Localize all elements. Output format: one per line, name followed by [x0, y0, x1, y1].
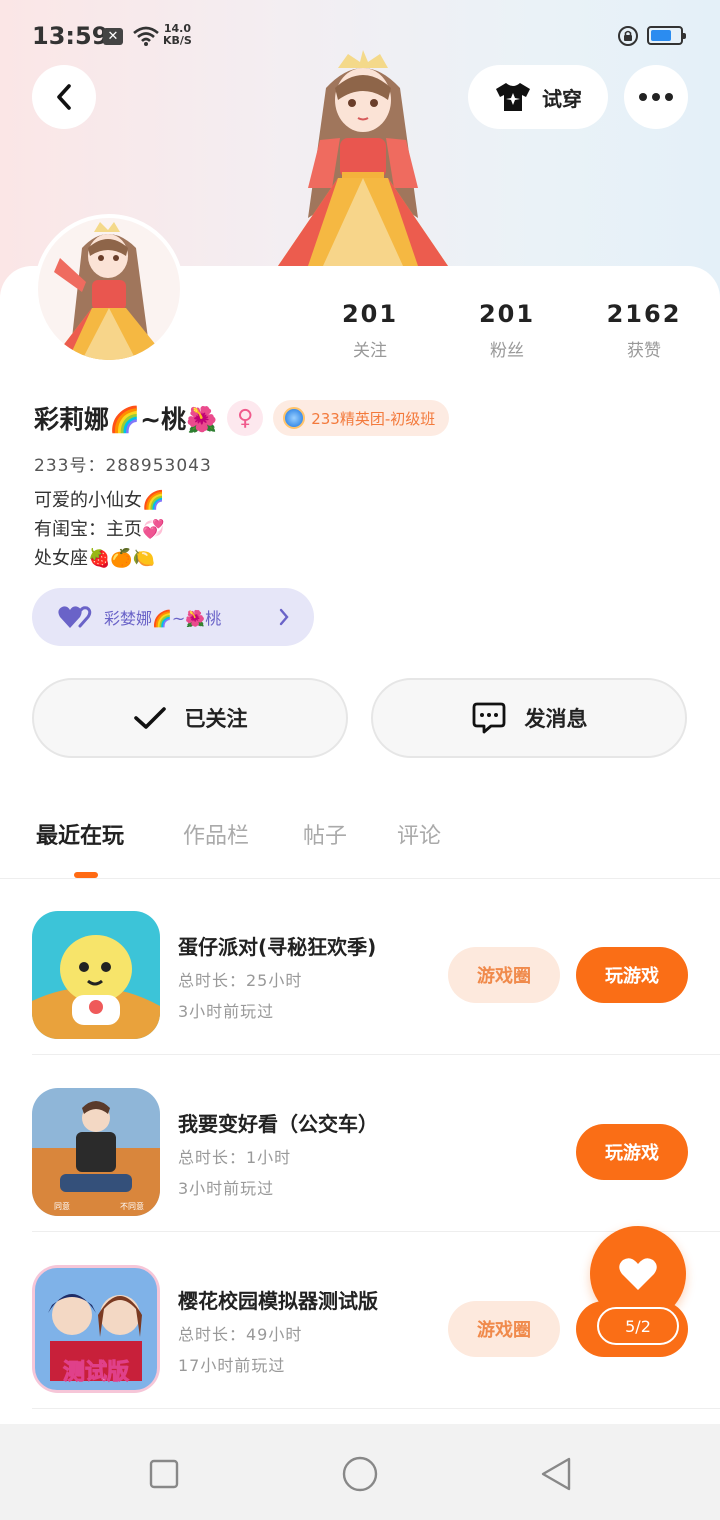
game-icon-sakura-school: 测试版: [32, 1265, 160, 1393]
gender-female-icon: ♀: [227, 400, 264, 436]
team-gem-icon: [283, 407, 306, 429]
game-circle-button[interactable]: 游戏圈: [448, 1301, 560, 1357]
stat-label: 获赞: [627, 341, 661, 361]
game-total-time: 总时长：1小时: [178, 1148, 292, 1167]
stat-value: 201: [341, 300, 399, 328]
bio-line: 处女座🍓🍊🍋: [34, 548, 156, 569]
send-message-button[interactable]: 发消息: [371, 678, 687, 758]
system-nav-bar: [0, 1424, 720, 1520]
game-last-played: 3小时前玩过: [178, 1002, 275, 1021]
back-button[interactable]: [32, 65, 96, 129]
more-dots-icon: [639, 93, 673, 101]
game-last-played: 17小时前玩过: [178, 1356, 286, 1375]
chat-bubble-icon: [472, 702, 505, 734]
double-heart-icon: [58, 606, 92, 628]
send-message-label: 发消息: [524, 707, 588, 731]
play-game-button[interactable]: 玩游戏: [576, 1124, 688, 1180]
chevron-right-icon: [279, 608, 289, 626]
game-title: 樱花校园模拟器测试版: [178, 1289, 378, 1313]
circle-icon: [342, 1456, 378, 1492]
stat-followers[interactable]: 201 粉丝: [447, 300, 567, 361]
choice-tag-disagree: 不同意: [120, 1201, 144, 1211]
recent-apps-button[interactable]: [144, 1454, 184, 1494]
game-icon-bus: 同意 不同意: [32, 1088, 160, 1216]
bio-line: 可爱的小仙女🌈: [34, 490, 165, 511]
wifi-icon: [133, 26, 159, 46]
list-item[interactable]: 蛋仔派对(寻秘狂欢季) 总时长：25小时 3小时前玩过 游戏圈 玩游戏: [0, 879, 720, 1055]
game-icon-eggy-party: [32, 911, 160, 1039]
team-badge-label: 233精英团-初级班: [311, 409, 436, 428]
beta-tag: 测试版: [63, 1360, 129, 1385]
game-circle-button[interactable]: 游戏圈: [448, 947, 560, 1003]
cp-name: 彩婪娜🌈~🌺桃: [104, 609, 222, 628]
play-game-button[interactable]: 玩游戏: [576, 947, 688, 1003]
try-on-button[interactable]: 试穿: [468, 65, 608, 129]
more-button[interactable]: [624, 65, 688, 129]
choice-tag-agree: 同意: [54, 1201, 70, 1211]
rotation-lock-icon: [618, 26, 638, 46]
status-time: 13:59: [32, 22, 109, 50]
square-icon: [149, 1459, 179, 1489]
team-badge[interactable]: 233精英团-初级班: [273, 400, 450, 436]
cp-relation-chip[interactable]: 彩婪娜🌈~🌺桃: [32, 588, 314, 646]
battery-icon: [647, 26, 686, 45]
bio: 可爱的小仙女🌈 有闺宝：主页💞 处女座🍓🍊🍋: [34, 486, 164, 573]
avatar-character-image: [52, 222, 168, 360]
game-last-played: 3小时前玩过: [178, 1179, 275, 1198]
user-id: 233号：288953043: [34, 456, 212, 476]
bio-line: 有闺宝：主页💞: [34, 519, 165, 540]
stat-following[interactable]: 201 关注: [310, 300, 430, 361]
stat-likes[interactable]: 2162 获赞: [584, 300, 704, 361]
game-title: 我要变好看（公交车）: [178, 1112, 378, 1136]
tab-comments[interactable]: 评论: [397, 818, 441, 850]
triangle-back-icon: [541, 1457, 571, 1491]
stat-value: 2162: [606, 300, 682, 328]
stat-label: 粉丝: [490, 341, 524, 361]
tab-posts[interactable]: 帖子: [303, 818, 347, 850]
stat-label: 关注: [353, 341, 387, 361]
tab-recently-played[interactable]: 最近在玩: [36, 818, 124, 850]
tshirt-icon: [496, 83, 530, 111]
row-divider: [32, 1054, 720, 1055]
name-row: 彩莉娜🌈~桃🌺 ♀ 233精英团-初级班: [34, 400, 450, 436]
heart-icon: [619, 1258, 657, 1290]
game-title: 蛋仔派对(寻秘狂欢季): [178, 935, 377, 959]
try-on-label: 试穿: [542, 86, 582, 111]
game-total-time: 总时长：49小时: [178, 1325, 303, 1344]
game-total-time: 总时长：25小时: [178, 971, 303, 990]
avatar-3d-character: [278, 50, 448, 266]
following-label: 已关注: [184, 707, 248, 731]
stat-value: 201: [478, 300, 536, 328]
tab-works[interactable]: 作品栏: [183, 818, 249, 850]
page-indicator: 5/2: [597, 1307, 679, 1345]
profile-name: 彩莉娜🌈~桃🌺: [34, 405, 218, 434]
list-item[interactable]: 同意 不同意 我要变好看（公交车） 总时长：1小时 3小时前玩过 玩游戏: [0, 1056, 720, 1232]
system-back-button[interactable]: [536, 1454, 576, 1494]
status-bar: 13:59 ✕ 14.0 KB/S: [0, 0, 720, 72]
network-speed-unit: KB/S: [163, 34, 192, 47]
chevron-left-icon: [57, 84, 71, 110]
checkmark-icon: [133, 707, 166, 729]
avatar[interactable]: [34, 214, 184, 364]
home-button[interactable]: [340, 1454, 380, 1494]
network-speed: 14.0 KB/S: [163, 23, 192, 47]
row-divider: [32, 1408, 720, 1409]
notification-icon: ✕: [103, 28, 123, 45]
following-button[interactable]: 已关注: [32, 678, 348, 758]
